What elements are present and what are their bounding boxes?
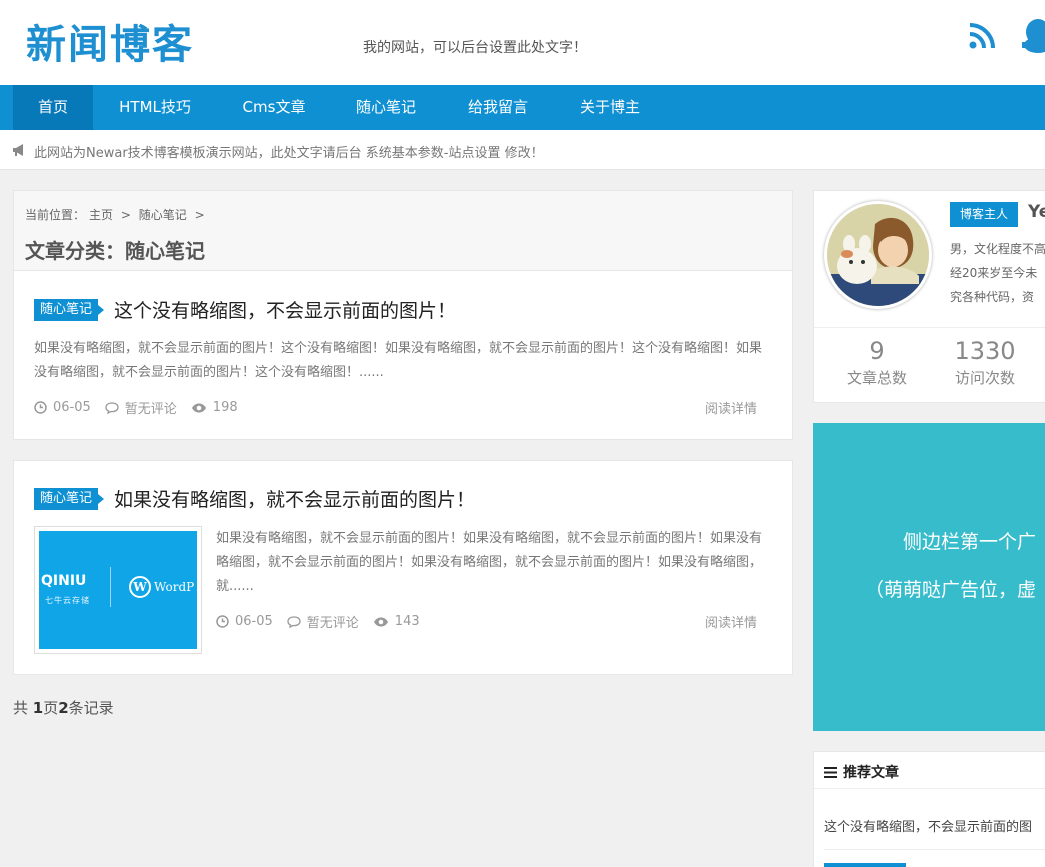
thumbnail-image: QINIU 七牛云存储 W WordP <box>39 531 197 649</box>
nav-item-notes[interactable]: 随心笔记 <box>338 85 434 130</box>
breadcrumb-sep: > <box>120 208 131 222</box>
recommended-accent-bar <box>824 863 906 867</box>
thumbnail-wordpress-logo: W WordP <box>129 576 194 598</box>
breadcrumb-home[interactable]: 主页 <box>89 208 113 222</box>
category-header: 当前位置： 主页 > 随心笔记 > 文章分类：随心笔记 <box>13 190 793 271</box>
host-name: Ye <box>1028 202 1045 222</box>
site-tagline: 我的网站，可以后台设置此处文字！ <box>363 40 587 56</box>
article-views: 198 <box>191 400 238 415</box>
stat-visit-count: 1330 访问次数 <box>954 337 1016 387</box>
site-header: 新闻博客 我的网站，可以后台设置此处文字！ <box>0 0 1045 85</box>
article-title[interactable]: 如果没有略缩图，就不会显示前面的图片！ <box>114 485 475 512</box>
eye-icon <box>191 403 206 412</box>
article-comments[interactable]: 暂无评论 <box>287 612 359 631</box>
thumbnail-divider <box>110 567 111 607</box>
article-date: 06-05 <box>216 614 273 629</box>
category-tag[interactable]: 随心笔记 <box>34 488 105 510</box>
article-card: 随心笔记 这个没有略缩图，不会显示前面的图片！ 如果没有略缩图，就不会显示前面的… <box>13 270 793 440</box>
pagination-summary: 共 1页2条记录 <box>13 699 114 717</box>
comment-icon <box>287 615 301 628</box>
recommended-item[interactable]: 这个没有略缩图，不会显示前面的图 <box>824 816 1032 835</box>
article-excerpt: 如果没有略缩图，就不会显示前面的图片！如果没有略缩图，就不会显示前面的图片！如果… <box>216 531 763 594</box>
category-title: 文章分类：随心笔记 <box>25 239 205 263</box>
thumbnail-qiniu-subtext: 七牛云存储 <box>45 596 90 605</box>
main-nav: 首页 HTML技巧 Cms文章 随心笔记 给我留言 关于博主 <box>0 85 1045 130</box>
list-icon <box>824 766 837 778</box>
recommended-articles: 推荐文章 这个没有略缩图，不会显示前面的图 <box>813 751 1045 867</box>
stat-article-count: 9 文章总数 <box>846 337 907 387</box>
article-thumbnail[interactable]: QINIU 七牛云存储 W WordP <box>34 526 202 654</box>
comment-icon <box>105 401 119 414</box>
author-bio: 男，文化程度不高 经20来岁至今未 究各种代码，资 <box>950 242 1045 304</box>
nav-item-about[interactable]: 关于博主 <box>562 85 658 130</box>
stats-divider <box>814 327 1045 328</box>
recommended-item-divider <box>824 849 1045 850</box>
recommended-heading: 推荐文章 <box>824 762 899 782</box>
qq-icon[interactable] <box>1022 18 1045 54</box>
recommended-divider <box>814 788 1045 789</box>
breadcrumb: 当前位置： 主页 > 随心笔记 > <box>25 206 209 223</box>
rss-icon[interactable] <box>968 22 996 50</box>
nav-item-home[interactable]: 首页 <box>13 85 93 130</box>
ad-line-1: 侧边栏第一个广 <box>903 531 1037 553</box>
record-count: 2 <box>58 699 69 717</box>
notice-bar: 此网站为Newar技术博客模板演示网站，此处文字请后台 系统基本参数-站点设置 … <box>0 130 1045 170</box>
breadcrumb-sep: > <box>194 208 205 222</box>
sidebar-ad[interactable]: 侧边栏第一个广 （萌萌哒广告位，虚 <box>813 423 1045 731</box>
article-card: 随心笔记 如果没有略缩图，就不会显示前面的图片！ QINIU 七牛云存储 W W… <box>13 460 793 675</box>
article-views: 143 <box>373 614 420 629</box>
page-count: 1 <box>32 699 44 717</box>
nav-item-cms-articles[interactable]: Cms文章 <box>222 85 326 130</box>
avatar-image <box>827 204 929 306</box>
host-badge: 博客主人 <box>950 202 1019 227</box>
read-more-link[interactable]: 阅读详情 <box>705 612 757 631</box>
category-tag[interactable]: 随心笔记 <box>34 299 105 321</box>
article-date: 06-05 <box>34 400 91 415</box>
thumbnail-qiniu-text: QINIU <box>41 573 87 589</box>
author-profile: 博客主人 Ye 男，文化程度不高 经20来岁至今未 究各种代码，资 9 文章总数… <box>813 190 1045 403</box>
article-meta: 06-05 暂无评论 198 <box>34 398 252 417</box>
site-logo[interactable]: 新闻博客 <box>26 12 194 70</box>
article-title[interactable]: 这个没有略缩图，不会显示前面的图片！ <box>114 296 456 323</box>
article-meta: 06-05 暂无评论 143 <box>216 612 434 631</box>
article-comments[interactable]: 暂无评论 <box>105 398 177 417</box>
breadcrumb-category[interactable]: 随心笔记 <box>139 208 187 222</box>
article-excerpt: 如果没有略缩图，就不会显示前面的图片！这个没有略缩图！如果没有略缩图，就不会显示… <box>34 341 763 380</box>
nav-item-guestbook[interactable]: 给我留言 <box>450 85 546 130</box>
megaphone-icon <box>13 144 23 156</box>
clock-icon <box>34 401 47 414</box>
ad-line-2: （萌萌哒广告位，虚 <box>865 579 1037 601</box>
wordpress-icon: W <box>129 576 151 598</box>
clock-icon <box>216 615 229 628</box>
notice-text: 此网站为Newar技术博客模板演示网站，此处文字请后台 系统基本参数-站点设置 … <box>34 146 544 161</box>
read-more-link[interactable]: 阅读详情 <box>705 398 757 417</box>
avatar[interactable] <box>824 201 932 309</box>
nav-item-html-tips[interactable]: HTML技巧 <box>100 85 210 130</box>
breadcrumb-prefix: 当前位置： <box>25 208 86 222</box>
eye-icon <box>373 617 388 626</box>
